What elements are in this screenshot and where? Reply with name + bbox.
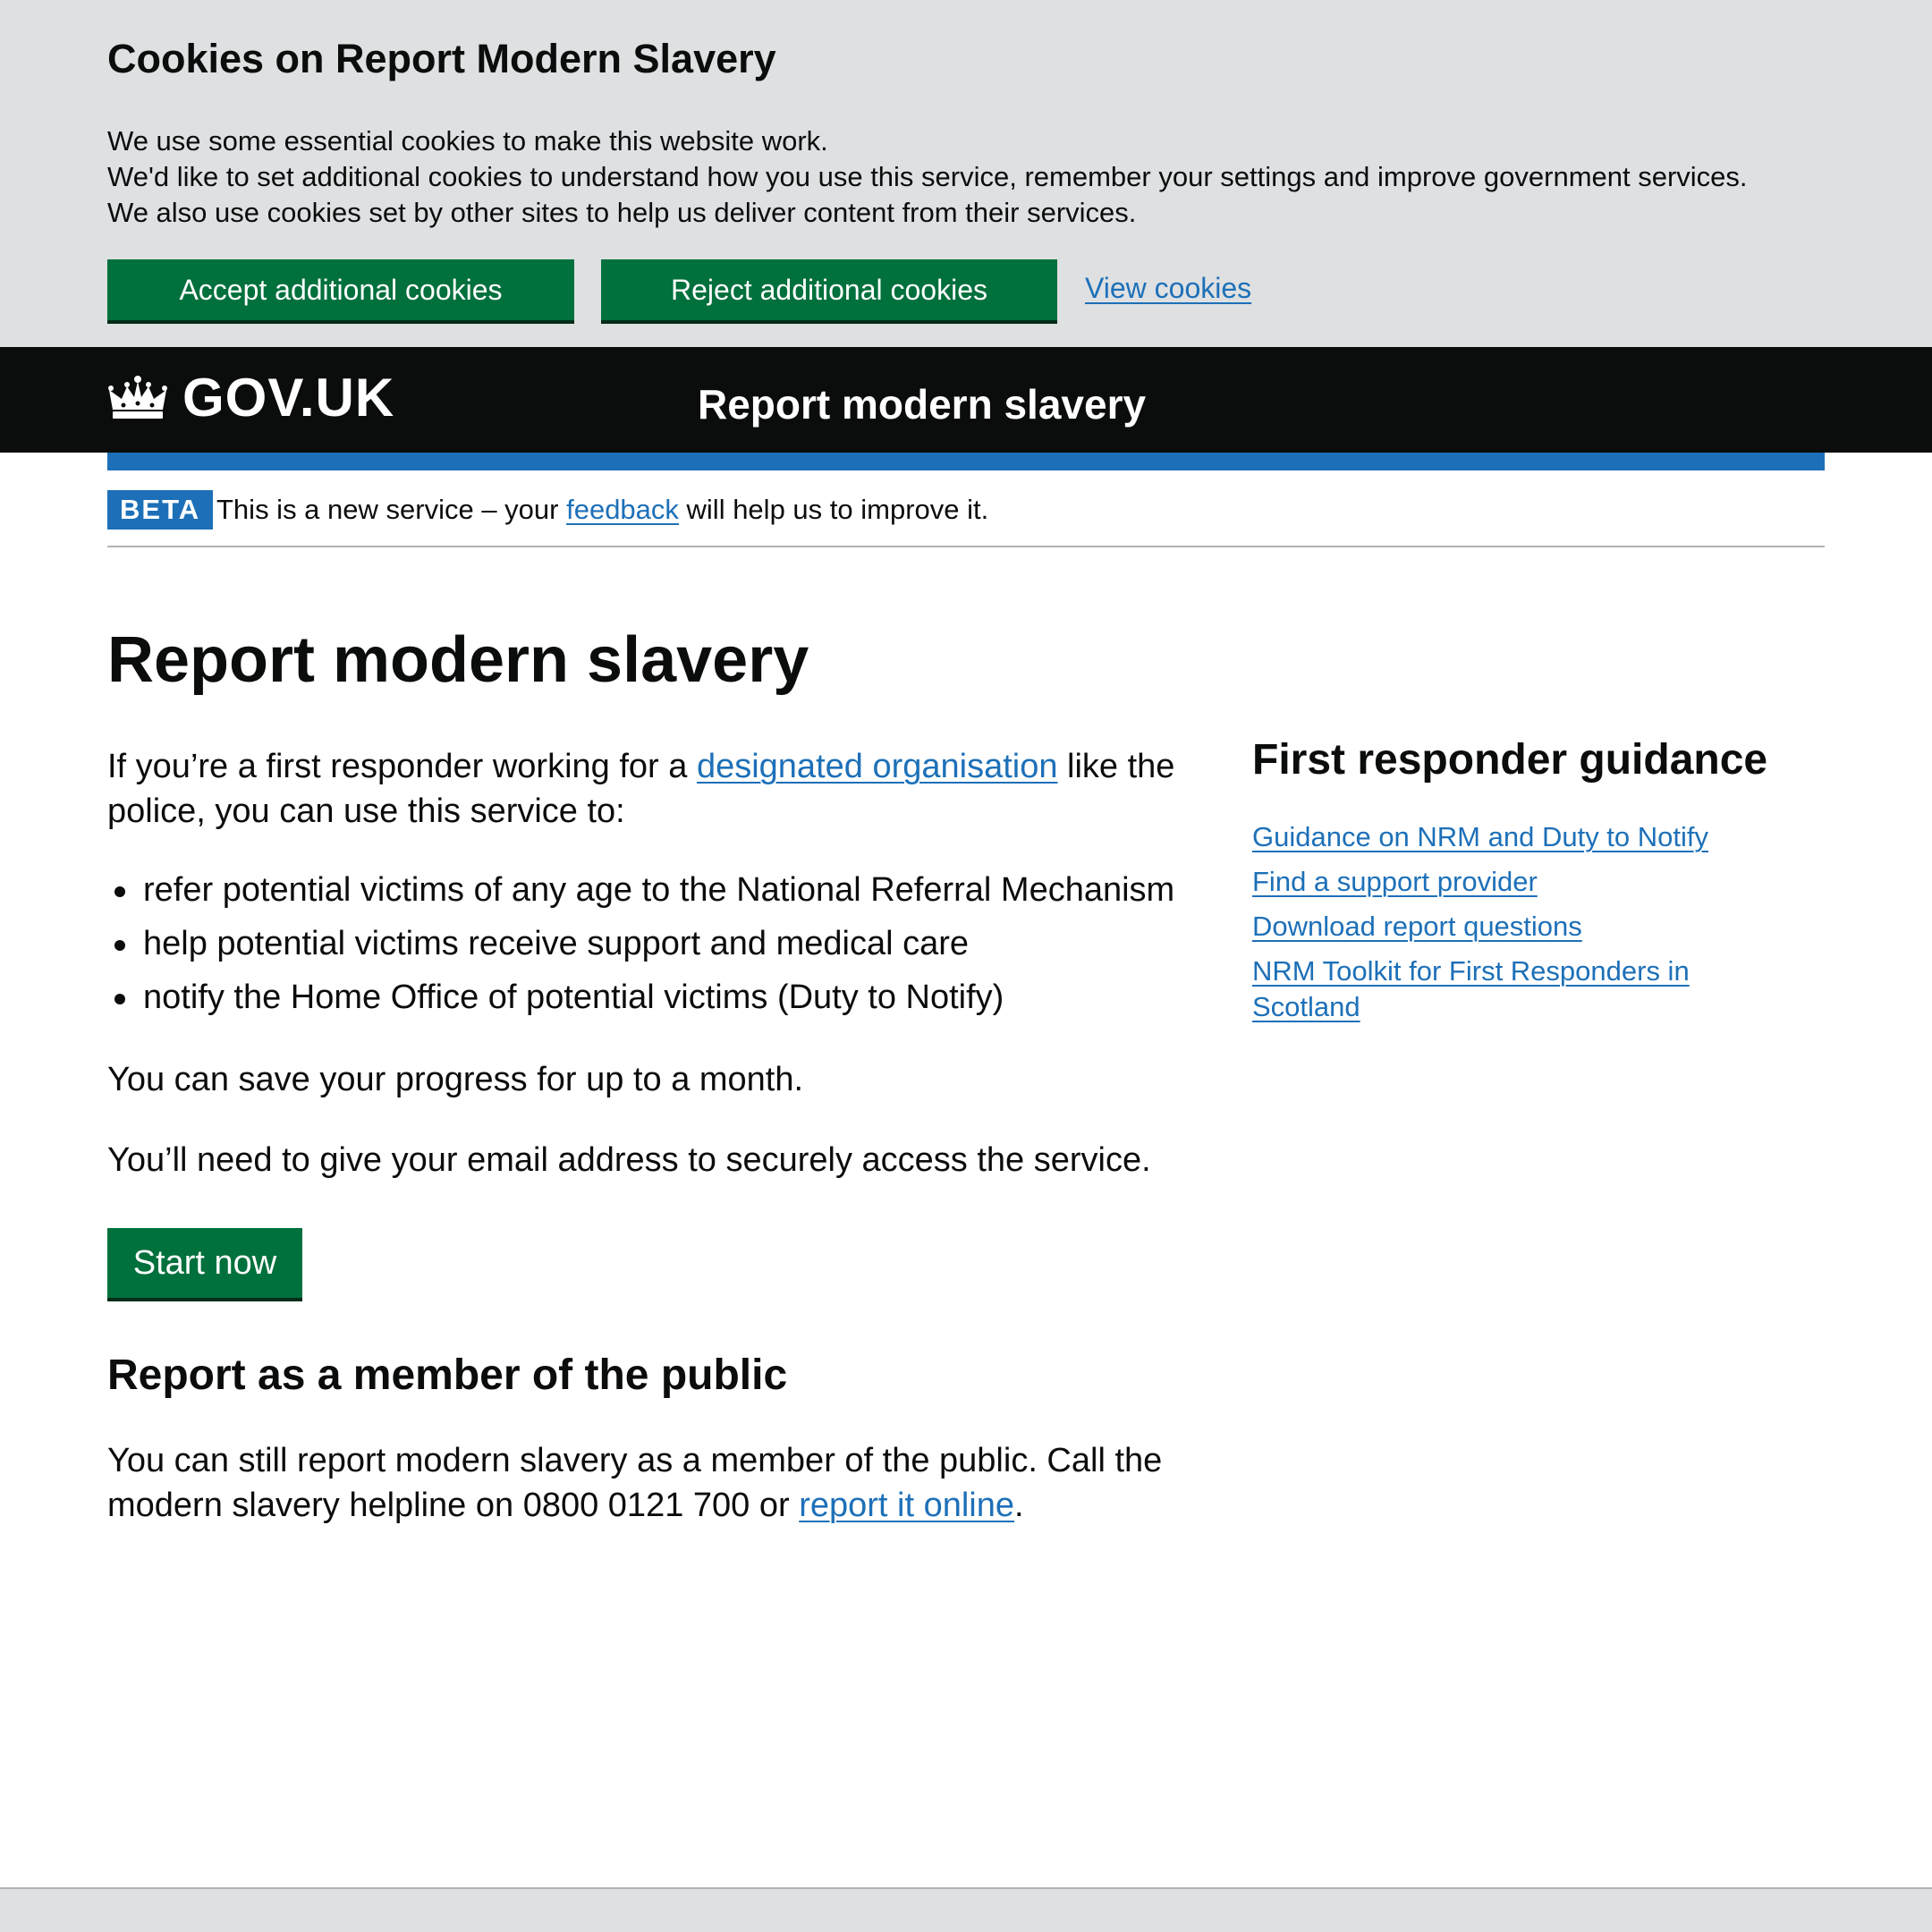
crown-icon [108,376,167,419]
govuk-logo-link[interactable]: GOV.UK [107,369,394,428]
public-text-after: . [1014,1487,1024,1524]
phase-text-before: This is a new service – your [216,494,567,525]
cookie-banner: Cookies on Report Modern Slavery We use … [0,0,1932,347]
list-item: notify the Home Office of potential vict… [107,975,1174,1020]
reject-cookies-button[interactable]: Reject additional cookies [601,259,1057,320]
cookie-banner-text: We use some essential cookies to make th… [107,123,1748,231]
designated-organisation-link[interactable]: designated organisation [697,748,1058,785]
site-footer [0,1887,1932,1932]
cookie-banner-title: Cookies on Report Modern Slavery [107,36,776,81]
bullet-icon [114,886,125,897]
start-now-button[interactable]: Start now [107,1228,302,1298]
phase-banner-text: This is a new service – your feedback wi… [216,488,988,531]
list-item: NRM Toolkit for First Responders in Scot… [1252,953,1753,1025]
list-item: Guidance on NRM and Duty to Notify [1252,819,1753,855]
list-item: help potential victims receive support a… [107,921,1174,966]
header-blue-bar [107,453,1825,470]
govuk-logo-text: GOV.UK [182,368,395,428]
guidance-nrm-link[interactable]: Guidance on NRM and Duty to Notify [1252,821,1708,852]
public-report-paragraph: You can still report modern slavery as a… [107,1438,1199,1528]
page-title: Report modern slavery [107,624,809,696]
phase-banner: BETA This is a new service – your feedba… [107,470,1825,547]
list-item-text: help potential victims receive support a… [143,925,970,962]
bullet-icon [114,994,125,1004]
list-item-text: notify the Home Office of potential vict… [143,979,1004,1016]
support-provider-link[interactable]: Find a support provider [1252,866,1538,897]
email-requirement-text: You’ll need to give your email address t… [107,1141,1151,1179]
list-item: Download report questions [1252,909,1753,945]
public-report-heading: Report as a member of the public [107,1352,788,1399]
intro-paragraph: If you’re a first responder working for … [107,744,1181,834]
guidance-links-list: Guidance on NRM and Duty to Notify Find … [1252,819,1753,1034]
list-item: Find a support provider [1252,864,1753,900]
bullet-icon [114,940,125,951]
phase-text-after: will help us to improve it. [678,494,989,525]
list-item-text: refer potential victims of any age to th… [143,871,1175,909]
download-questions-link[interactable]: Download report questions [1252,911,1582,942]
feedback-link[interactable]: feedback [566,494,679,525]
cookie-text-line: We use some essential cookies to make th… [107,125,828,157]
service-uses-list: refer potential victims of any age to th… [107,868,1174,1029]
view-cookies-link[interactable]: View cookies [1085,267,1251,309]
service-name-link[interactable]: Report modern slavery [698,379,1146,429]
site-header: GOV.UK Report modern slavery [0,347,1932,453]
report-online-link[interactable]: report it online [799,1487,1014,1524]
sidebar-heading: First responder guidance [1252,736,1768,784]
cookie-text-line: We also use cookies set by other sites t… [107,197,1137,228]
save-progress-text: You can save your progress for up to a m… [107,1061,804,1098]
nrm-toolkit-scotland-link[interactable]: NRM Toolkit for First Responders in Scot… [1252,955,1690,1022]
cookie-text-line: We'd like to set additional cookies to u… [107,161,1748,192]
list-item: refer potential victims of any age to th… [107,868,1174,912]
accept-cookies-button[interactable]: Accept additional cookies [107,259,574,320]
intro-text-before: If you’re a first responder working for … [107,748,697,785]
beta-tag: BETA [107,490,214,530]
